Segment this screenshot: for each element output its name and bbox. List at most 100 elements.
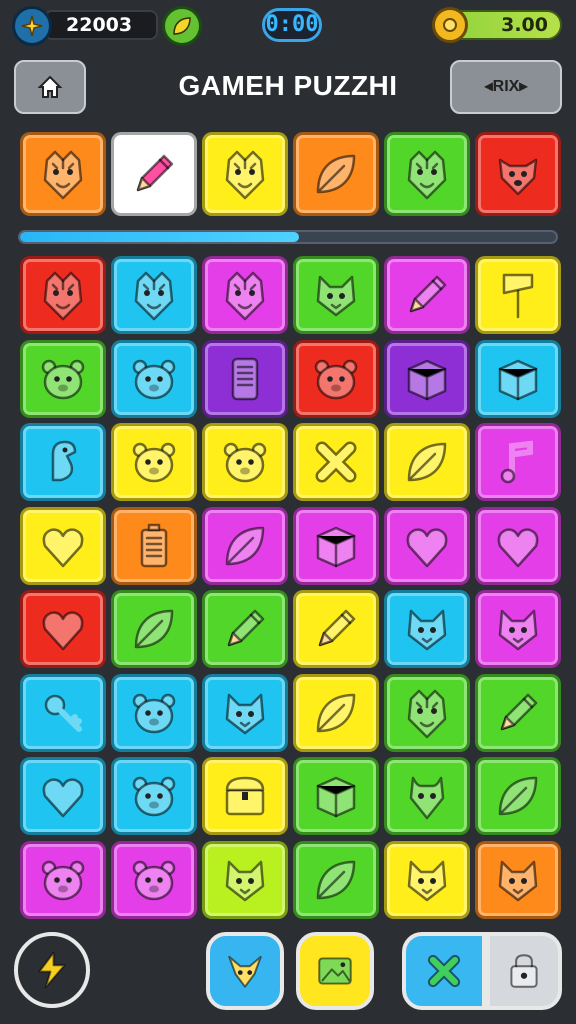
grid-tile[interactable] xyxy=(202,256,288,334)
grid-tile[interactable] xyxy=(384,423,470,501)
gold-value: 3.00 xyxy=(501,14,548,36)
grid-tile[interactable] xyxy=(111,841,197,919)
grid-tile[interactable] xyxy=(202,340,288,418)
grid-tile[interactable] xyxy=(20,507,106,585)
grid-tile[interactable] xyxy=(202,507,288,585)
pencil-icon xyxy=(136,154,174,192)
lightning-button[interactable] xyxy=(14,932,90,1008)
grid-tile[interactable] xyxy=(202,674,288,752)
grid-tile[interactable] xyxy=(20,674,106,752)
leaf-icon xyxy=(225,526,265,566)
grid-tile[interactable] xyxy=(293,340,379,418)
grid-tile[interactable] xyxy=(111,507,197,585)
grid-tile[interactable] xyxy=(384,340,470,418)
grid-tile[interactable] xyxy=(384,590,470,668)
fox-button[interactable] xyxy=(206,932,284,1010)
leaf-icon xyxy=(316,154,356,194)
grid-tile[interactable] xyxy=(384,256,470,334)
grid-tile[interactable] xyxy=(111,590,197,668)
top-tile[interactable] xyxy=(475,132,561,216)
grid-tile[interactable] xyxy=(475,256,561,334)
grid-tile[interactable] xyxy=(293,757,379,835)
home-button[interactable] xyxy=(14,60,86,114)
grid-tile[interactable] xyxy=(475,340,561,418)
top-tile[interactable] xyxy=(20,132,106,216)
grid-tile[interactable] xyxy=(20,256,106,334)
grid-tile[interactable] xyxy=(293,256,379,334)
tiger-icon xyxy=(225,271,265,321)
note-icon xyxy=(500,440,533,484)
grid-tile[interactable] xyxy=(111,423,197,501)
box-icon xyxy=(316,776,356,818)
fox-icon xyxy=(228,955,262,988)
coin-count: 22003 xyxy=(66,14,133,36)
bear-icon xyxy=(132,860,176,901)
grid-tile[interactable] xyxy=(384,674,470,752)
leaf-icon xyxy=(498,776,538,816)
grid-tile[interactable] xyxy=(20,590,106,668)
axe-icon xyxy=(502,273,534,319)
top-tile[interactable] xyxy=(202,132,288,216)
top-tile[interactable] xyxy=(111,132,197,216)
grid-tile[interactable] xyxy=(20,340,106,418)
top-tile[interactable] xyxy=(384,132,470,216)
grid-tile[interactable] xyxy=(293,841,379,919)
tiger-icon xyxy=(225,150,265,200)
pencil-icon xyxy=(409,275,447,313)
key-icon xyxy=(44,694,82,732)
leaf-bonus-button[interactable] xyxy=(162,6,202,46)
grid-tile[interactable] xyxy=(475,674,561,752)
grid-tile[interactable] xyxy=(202,841,288,919)
grid-tile[interactable] xyxy=(293,423,379,501)
grid-tile[interactable] xyxy=(20,757,106,835)
grid-tile[interactable] xyxy=(111,757,197,835)
grid-tile[interactable] xyxy=(475,507,561,585)
grid-tile[interactable] xyxy=(384,507,470,585)
cat-icon xyxy=(498,609,538,651)
grid-tile[interactable] xyxy=(293,507,379,585)
leaf-icon xyxy=(316,860,356,900)
status-bar: 22003 0:00 3.00 xyxy=(0,0,576,52)
picture-button[interactable] xyxy=(296,932,374,1010)
heart-icon xyxy=(406,528,448,568)
grid-tile[interactable] xyxy=(202,757,288,835)
tiger-icon xyxy=(134,271,174,321)
grid-tile[interactable] xyxy=(384,841,470,919)
grid-tile[interactable] xyxy=(202,590,288,668)
gold-coin-icon xyxy=(432,7,468,43)
rix-button[interactable]: ◂RIX▸ xyxy=(450,60,562,114)
coin-counter: 22003 xyxy=(44,10,158,40)
pencil-icon xyxy=(227,609,265,647)
grid-tile[interactable] xyxy=(384,757,470,835)
leaf-icon xyxy=(407,442,447,482)
grid-tile[interactable] xyxy=(202,423,288,501)
box-icon xyxy=(316,526,356,568)
box-icon xyxy=(407,359,447,401)
shuffle-button[interactable] xyxy=(402,932,486,1010)
cat-icon xyxy=(407,860,447,902)
lock-button[interactable] xyxy=(486,932,562,1010)
grid-tile[interactable] xyxy=(111,256,197,334)
grid-tile[interactable] xyxy=(111,674,197,752)
cat-icon xyxy=(407,609,447,651)
grid-tile[interactable] xyxy=(475,590,561,668)
grid-tile[interactable] xyxy=(293,674,379,752)
pencil-icon xyxy=(500,693,538,731)
battery-icon xyxy=(140,523,168,568)
lightning-icon xyxy=(38,951,66,989)
grid-tile[interactable] xyxy=(475,841,561,919)
grid-tile[interactable] xyxy=(111,340,197,418)
top-tile[interactable] xyxy=(293,132,379,216)
bear-icon xyxy=(132,359,176,400)
bear-icon xyxy=(41,860,85,901)
grid-tile[interactable] xyxy=(475,757,561,835)
leaf-icon xyxy=(316,693,356,733)
grid-tile[interactable] xyxy=(20,423,106,501)
leaf-icon xyxy=(134,609,174,649)
phone-icon xyxy=(231,357,259,401)
grid-tile[interactable] xyxy=(293,590,379,668)
cross-icon xyxy=(315,441,357,483)
grid-tile[interactable] xyxy=(475,423,561,501)
heart-icon xyxy=(497,528,539,568)
grid-tile[interactable] xyxy=(20,841,106,919)
